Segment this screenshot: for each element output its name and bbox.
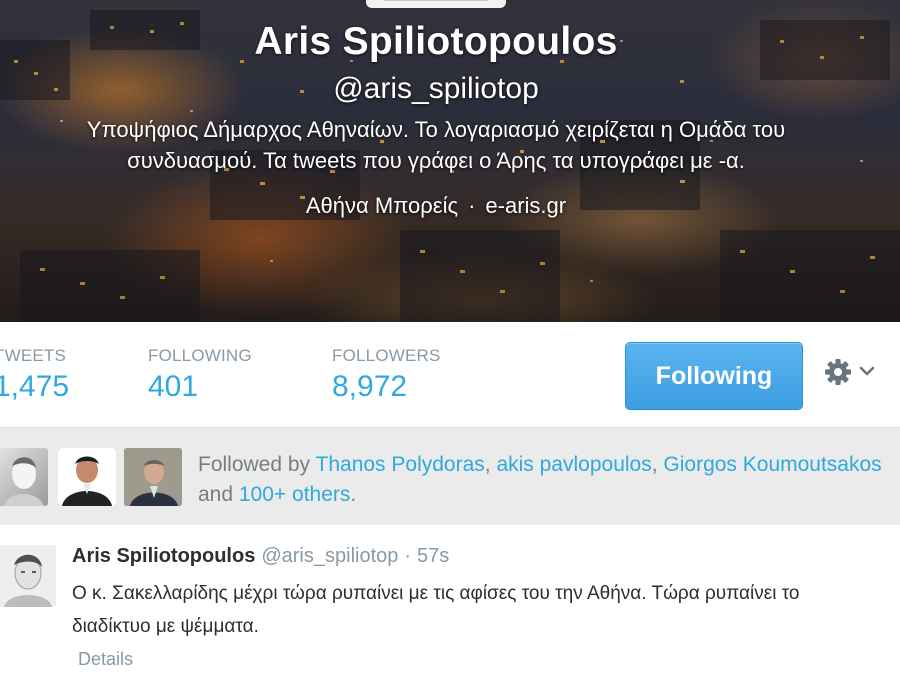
- followed-by-and: and: [198, 483, 239, 506]
- profile-bio: Υποψήφιος Δήμαρχος Αθηναίων. Το λογαριασ…: [86, 117, 786, 173]
- tweet-item[interactable]: Aris Spiliotopoulos @aris_spiliotop · 57s Ο…: [0, 525, 900, 684]
- top-tab-grip: [384, 0, 488, 1]
- tweet-text: Ο κ. Σακελλαρίδης μέχρι τώρα ρυπαίνει με…: [72, 583, 800, 637]
- followed-by-user-link[interactable]: akis pavlopoulos: [496, 453, 651, 476]
- stat-followers-label: FOLLOWERS: [332, 346, 441, 365]
- stat-followers[interactable]: FOLLOWERS 8,972: [332, 346, 441, 404]
- followed-by-prefix: Followed by: [198, 453, 316, 476]
- follower-avatar[interactable]: [124, 448, 182, 506]
- followed-by-sep: ,: [651, 453, 664, 476]
- chevron-down-icon: [859, 366, 875, 376]
- gear-icon: [825, 359, 851, 385]
- followed-by-text: Followed by Thanos Polydoras, akis pavlo…: [198, 450, 888, 510]
- profile-meta: Αθήνα Μπορείς · e-aris.gr: [0, 193, 872, 219]
- tweet-dot-separator: ·: [404, 545, 412, 567]
- profile-handle: @aris_spiliotop: [333, 72, 539, 105]
- user-actions-menu[interactable]: [822, 356, 882, 390]
- stat-tweets[interactable]: TWEETS 1,475: [0, 346, 69, 404]
- followed-by-user-link[interactable]: Giorgos Koumoutsakos: [663, 453, 881, 476]
- profile-header-banner: Aris Spiliotopoulos @aris_spiliotop Υποψ…: [0, 0, 900, 322]
- follower-avatar[interactable]: [58, 448, 116, 506]
- profile-name: Aris Spiliotopoulos: [254, 20, 618, 63]
- tweet-author-name[interactable]: Aris Spiliotopoulos: [72, 545, 255, 567]
- top-tab-handle[interactable]: [366, 0, 506, 8]
- followed-by-end: .: [350, 483, 357, 506]
- stat-following-label: FOLLOWING: [148, 346, 252, 365]
- followed-by-others-link[interactable]: 100+ others: [239, 483, 351, 506]
- followed-by-user-link[interactable]: Thanos Polydoras: [316, 453, 485, 476]
- following-button[interactable]: Following: [625, 342, 803, 410]
- stat-tweets-value: 1,475: [0, 370, 70, 403]
- followed-by-section: Followed by Thanos Polydoras, akis pavlo…: [0, 427, 900, 526]
- tweet-author-handle[interactable]: @aris_spiliotop: [261, 545, 398, 567]
- stat-followers-value: 8,972: [332, 370, 408, 403]
- tweet-author-avatar[interactable]: [0, 545, 56, 607]
- profile-website-link[interactable]: e-aris.gr: [485, 193, 566, 218]
- tweet-timestamp[interactable]: 57s: [417, 545, 449, 567]
- profile-location: Αθήνα Μπορείς: [305, 193, 459, 218]
- tweet-details-link[interactable]: Details: [78, 649, 133, 670]
- stat-tweets-label: TWEETS: [0, 346, 67, 365]
- tweet-header: Aris Spiliotopoulos @aris_spiliotop · 57s: [72, 545, 449, 568]
- stat-following-value: 401: [148, 370, 199, 403]
- followed-by-sep: ,: [484, 453, 497, 476]
- follower-avatar[interactable]: [0, 448, 48, 506]
- stat-following[interactable]: FOLLOWING 401: [148, 346, 252, 404]
- meta-separator: ·: [468, 193, 476, 218]
